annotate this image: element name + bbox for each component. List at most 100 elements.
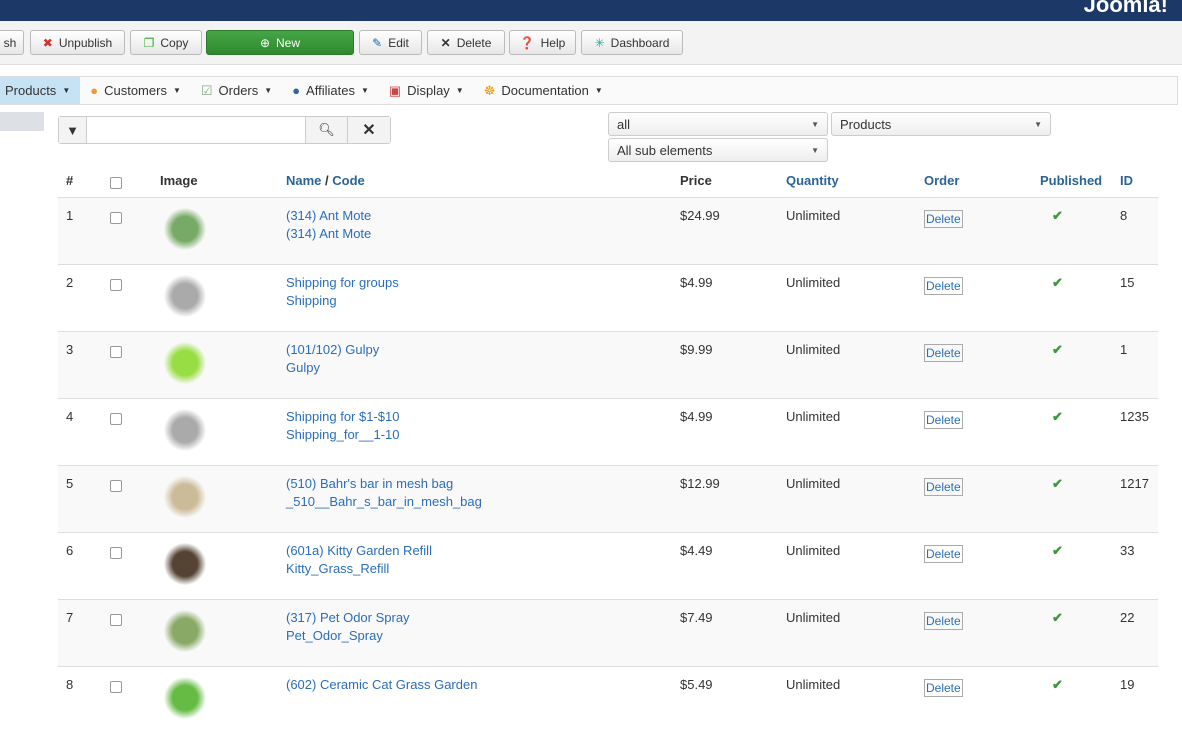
row-checkbox[interactable] [110,479,122,492]
row-number: 4 [58,397,102,465]
search-button[interactable]: 🔍︎ [306,117,348,143]
product-name-link[interactable]: (510) Bahr's bar in mesh bag [286,476,453,491]
row-checkbox[interactable] [110,345,122,358]
order-delete-image-link[interactable]: Delete [924,410,963,429]
table-row: 4 Shipping for $1-$10 Shipping_for__1-10 … [58,397,1158,465]
product-thumbnail[interactable] [160,605,210,656]
filter-icon: ▼ [59,117,87,143]
table-row: 6 (601a) Kitty Garden Refill Kitty_Grass_… [58,531,1158,599]
edit-button[interactable]: ✎ Edit [359,30,422,55]
product-name-link[interactable]: (314) Ant Mote [286,208,371,223]
menu-documentation[interactable]: ☸ Documentation ▼ [474,77,613,104]
row-id: 15 [1112,263,1158,331]
sort-order[interactable]: Order [916,165,1032,198]
published-toggle[interactable]: ✔ [1032,196,1112,264]
check-icon: ✔ [1052,341,1063,357]
row-price: $5.49 [672,665,778,733]
product-code-link[interactable]: Kitty_Grass_Refill [286,561,389,576]
product-thumbnail[interactable] [160,270,210,321]
order-delete-image-link[interactable]: Delete [924,276,963,295]
menu-label: Customers [104,83,167,98]
dashboard-button[interactable]: ✳ Dashboard [581,30,683,55]
published-toggle[interactable]: ✔ [1032,263,1112,331]
joomla-logo: Joomla! [1083,0,1168,17]
product-name-link[interactable]: (317) Pet Odor Spray [286,610,410,625]
row-price: $7.49 [672,598,778,666]
product-code-link[interactable]: Shipping [286,293,337,308]
delete-button[interactable]: ✕ Delete [427,30,505,55]
sort-code[interactable]: Code [332,173,365,188]
product-code-link[interactable]: Pet_Odor_Spray [286,628,383,643]
main-menu: Products ▼ ● Customers ▼ ☑ Orders ▼ ● Affiliat… [0,76,1178,105]
row-checkbox[interactable] [110,211,122,224]
orders-icon: ☑ [200,82,213,98]
row-checkbox[interactable] [110,613,122,626]
product-thumbnail[interactable] [160,203,210,254]
help-button[interactable]: ❓ Help [509,30,576,55]
product-thumbnail[interactable] [160,538,210,589]
published-toggle[interactable]: ✔ [1032,665,1112,733]
product-thumbnail[interactable] [160,471,210,522]
sort-published[interactable]: Published [1032,165,1112,198]
published-toggle[interactable]: ✔ [1032,598,1112,666]
published-toggle[interactable]: ✔ [1032,330,1112,398]
order-delete-image-link[interactable]: Delete [924,343,963,362]
chevron-down-icon: ▼ [811,119,819,129]
search-input[interactable] [87,117,306,143]
separator: / [321,173,333,189]
select-all-checkbox[interactable] [110,176,122,189]
menu-display[interactable]: ▣ Display ▼ [379,77,474,104]
order-delete-image-link[interactable]: Delete [924,477,963,496]
product-name-link[interactable]: Shipping for groups [286,275,399,290]
copy-button[interactable]: ❐ Copy [130,30,202,55]
row-price: $4.99 [672,397,778,465]
sub-elements-select[interactable]: All sub elements ▼ [608,138,828,162]
type-filter-select[interactable]: Products ▼ [831,112,1051,136]
menu-orders[interactable]: ☑ Orders ▼ [191,77,282,104]
clear-search-button[interactable]: ✕ [348,117,390,143]
product-code-link[interactable]: Shipping_for__1-10 [286,427,399,442]
menu-customers[interactable]: ● Customers ▼ [80,77,191,104]
published-toggle[interactable]: ✔ [1032,397,1112,465]
published-toggle[interactable]: ✔ [1032,531,1112,599]
sort-id[interactable]: ID [1112,165,1158,198]
check-icon: ✔ [1052,609,1063,625]
caret-down-icon: ▼ [172,86,181,95]
product-thumbnail[interactable] [160,337,210,388]
menu-label: Products [5,83,57,98]
row-price: $12.99 [672,464,778,532]
row-checkbox[interactable] [110,546,122,559]
order-delete-image-link[interactable]: Delete [924,611,963,630]
published-toggle[interactable]: ✔ [1032,464,1112,532]
row-id: 1217 [1112,464,1158,532]
product-thumbnail[interactable] [160,404,210,455]
unpublish-button[interactable]: ✖ Unpublish [30,30,125,55]
order-delete-image-link[interactable]: Delete [924,209,963,228]
product-thumbnail[interactable] [160,672,210,723]
chevron-down-icon: ▼ [811,145,819,155]
product-code-link[interactable]: (314) Ant Mote [286,226,371,241]
product-name-link[interactable]: (601a) Kitty Garden Refill [286,543,432,558]
menu-products[interactable]: Products ▼ [0,77,81,104]
product-code-link[interactable]: _510__Bahr_s_bar_in_mesh_bag [286,494,482,509]
order-delete-image-link[interactable]: Delete [924,544,963,563]
menu-affiliates[interactable]: ● Affiliates ▼ [282,77,379,104]
row-select-cell [102,665,152,733]
check-icon: ✔ [1052,207,1063,223]
sort-name[interactable]: Name [286,173,321,188]
row-checkbox[interactable] [110,412,122,425]
product-name-link[interactable]: Shipping for $1-$10 [286,409,399,424]
row-checkbox[interactable] [110,278,122,291]
product-code-link[interactable]: Gulpy [286,360,320,375]
col-name-code: Name / Code [278,165,672,198]
order-delete-image-link[interactable]: Delete [924,678,963,697]
product-name-link[interactable]: (101/102) Gulpy [286,342,379,357]
new-button[interactable]: ⊕ New [206,30,354,55]
row-checkbox[interactable] [110,680,122,693]
publish-button[interactable]: sh [0,30,24,55]
sort-quantity[interactable]: Quantity [778,165,916,198]
status-filter-select[interactable]: all ▼ [608,112,828,136]
product-name-link[interactable]: (602) Ceramic Cat Grass Garden [286,677,477,692]
check-icon: ✔ [1052,676,1063,692]
row-select-cell [102,263,152,331]
